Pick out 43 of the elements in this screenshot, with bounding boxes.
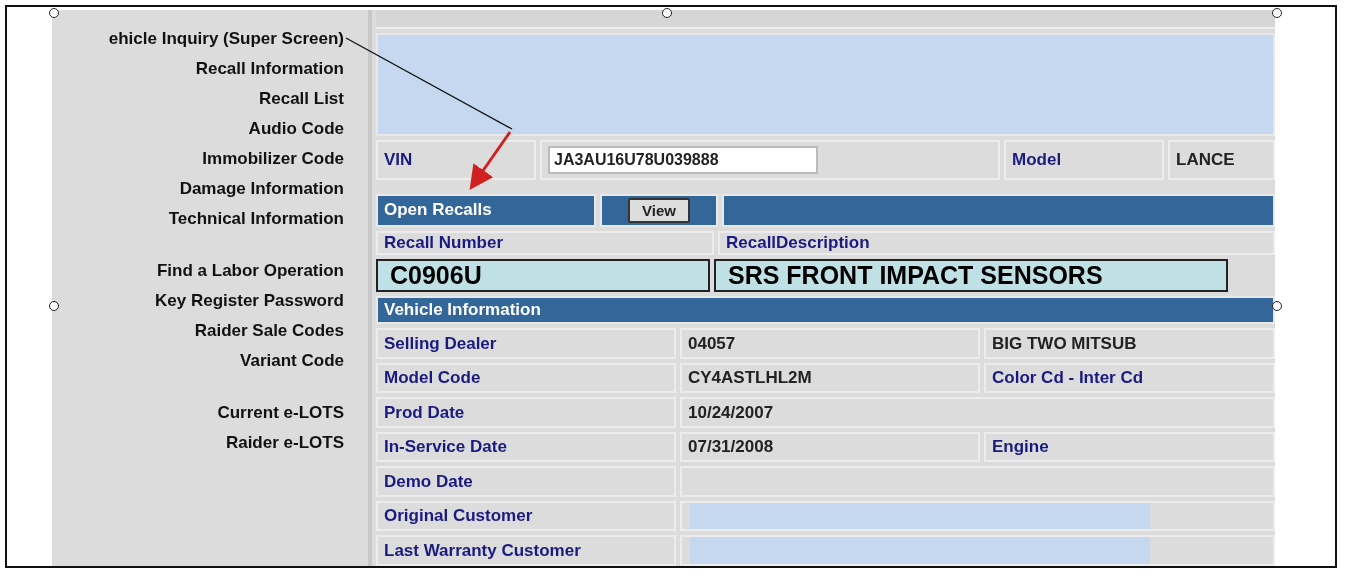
field-value: 04057 [680,328,980,359]
menu-link[interactable]: Find a Labor Operation [157,256,344,286]
field-label: Demo Date [376,466,676,497]
resize-handle [662,8,672,18]
menu-link[interactable]: Variant Code [240,346,344,376]
menu-link[interactable]: Recall List [258,84,344,114]
menu-link[interactable]: ehicle Inquiry (Super Screen) [108,24,344,54]
view-button[interactable]: View [628,197,690,223]
resize-handle [49,301,59,311]
field-value: BIG TWO MITSUB [984,328,1275,359]
menu-link[interactable]: Technical Information [168,204,344,234]
menu-link[interactable]: Current e-LOTS [217,398,344,428]
section-header: Open Recalls [376,194,596,227]
field-value: CY4ASTLHL2M [680,362,980,394]
field-label: Model [1004,140,1164,181]
field-label: Engine [984,431,1275,463]
field-label: Prod Date [376,397,676,428]
field-label: Original Customer [376,500,676,532]
section-header: Vehicle Information [376,295,1275,325]
field-value: 10/24/2007 [680,397,1275,428]
field-value: 07/31/2008 [680,431,980,463]
field-label: VIN [376,140,536,181]
menu-link[interactable]: Key Register Password [155,286,344,316]
column-header: Recall Number [376,230,714,255]
vin-field[interactable]: JA3AU16U78U039888 [540,140,1000,181]
menu-link[interactable]: Immobilizer Code [202,144,344,174]
recall-number: C0906U [376,258,710,292]
column-header: RecallDescription [718,230,1275,255]
menu-link[interactable]: Raider e-LOTS [225,428,344,458]
menu-link[interactable]: Recall Information [195,54,344,84]
resize-handle [49,8,59,18]
field-label: Selling Dealer [376,328,676,359]
menu-link[interactable]: Raider Sale Codes [194,316,344,346]
menu-link[interactable]: Audio Code [248,114,344,144]
resize-handle [1272,301,1282,311]
field-label: Model Code [376,362,676,394]
field-label: Last Warranty Customer [376,535,676,566]
field-label: In-Service Date [376,431,676,463]
recall-description: SRS FRONT IMPACT SENSORS [714,258,1228,292]
field-value: LANCE [1168,140,1275,181]
resize-handle [1272,8,1282,18]
menu-link[interactable]: Damage Information [179,174,344,204]
field-label: Color Cd - Inter Cd [984,362,1275,394]
